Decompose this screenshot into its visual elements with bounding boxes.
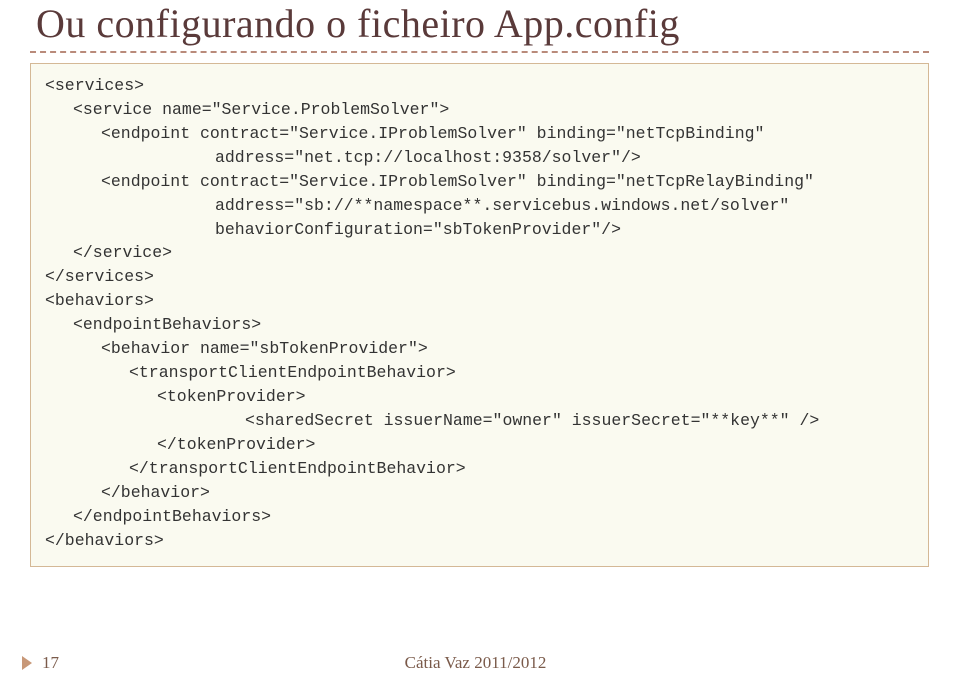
code-line: <behaviors> xyxy=(45,289,914,313)
code-line: behaviorConfiguration="sbTokenProvider"/… xyxy=(45,218,914,242)
arrow-right-icon xyxy=(22,656,32,670)
code-line: <service name="Service.ProblemSolver"> xyxy=(45,98,914,122)
code-line: address="net.tcp://localhost:9358/solver… xyxy=(45,146,914,170)
slide-title: Ou configurando o ficheiro App.config xyxy=(30,0,929,47)
title-divider xyxy=(30,51,929,53)
footer: 17 Cátia Vaz 2011/2012 xyxy=(22,653,929,673)
code-line: </behavior> xyxy=(45,481,914,505)
code-line: <tokenProvider> xyxy=(45,385,914,409)
code-line: </behaviors> xyxy=(45,529,914,553)
author-credit: Cátia Vaz 2011/2012 xyxy=(405,653,547,673)
code-line: <endpointBehaviors> xyxy=(45,313,914,337)
code-line: </tokenProvider> xyxy=(45,433,914,457)
code-line: <endpoint contract="Service.IProblemSolv… xyxy=(45,170,914,194)
code-block: <services> <service name="Service.Proble… xyxy=(30,63,929,567)
code-line: <sharedSecret issuerName="owner" issuerS… xyxy=(45,409,914,433)
code-line: </service> xyxy=(45,241,914,265)
code-line: <behavior name="sbTokenProvider"> xyxy=(45,337,914,361)
code-line: </transportClientEndpointBehavior> xyxy=(45,457,914,481)
code-line: </services> xyxy=(45,265,914,289)
code-line: address="sb://**namespace**.servicebus.w… xyxy=(45,194,914,218)
code-line: <transportClientEndpointBehavior> xyxy=(45,361,914,385)
page-number: 17 xyxy=(42,653,59,673)
code-line: <endpoint contract="Service.IProblemSolv… xyxy=(45,122,914,146)
code-line: </endpointBehaviors> xyxy=(45,505,914,529)
code-line: <services> xyxy=(45,74,914,98)
